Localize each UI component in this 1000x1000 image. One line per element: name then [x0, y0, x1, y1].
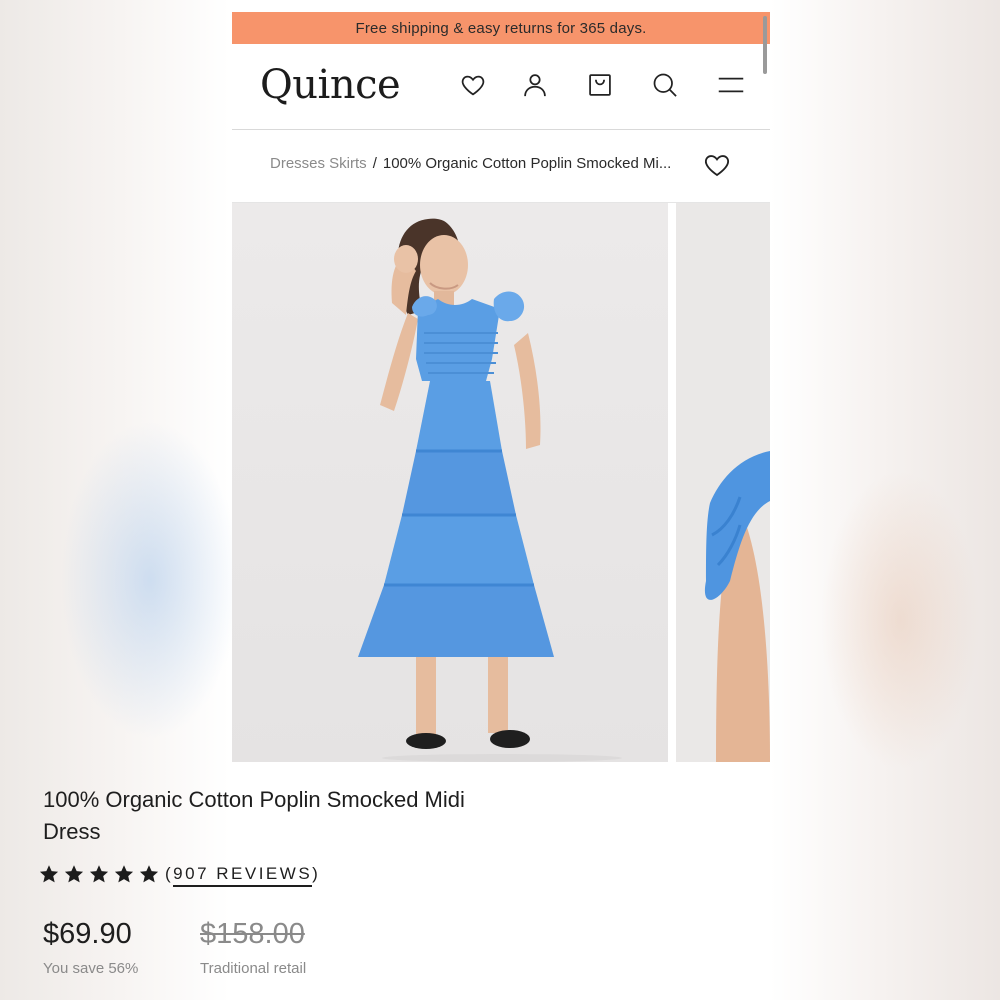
- breadcrumb-trail: Dresses Skirts / 100% Organic Cotton Popli…: [270, 155, 690, 172]
- savings-text: You save 56%: [43, 960, 139, 977]
- shopping-bag-icon[interactable]: [585, 70, 615, 100]
- heart-icon[interactable]: [458, 70, 488, 100]
- site-header: Quince: [232, 44, 770, 130]
- breadcrumb-parent-link[interactable]: Dresses Skirts: [270, 155, 367, 172]
- star-icon: [114, 865, 134, 883]
- user-icon[interactable]: [520, 70, 550, 100]
- retail-price: $158.00: [200, 918, 305, 950]
- reviews-close-paren: ): [312, 864, 321, 883]
- favorite-heart-icon[interactable]: [702, 150, 732, 180]
- breadcrumb-current: 100% Organic Cotton Poplin Smocked Mi...: [382, 155, 672, 172]
- star-icon: [139, 865, 159, 883]
- sale-price: $69.90: [43, 918, 132, 950]
- mobile-page: Free shipping & easy returns for 365 day…: [232, 12, 770, 1000]
- rating-row: (907 REVIEWS): [38, 863, 321, 887]
- logo[interactable]: Quince: [260, 62, 401, 108]
- reviews-link-wrapper[interactable]: (907 REVIEWS): [165, 864, 321, 887]
- star-icon: [64, 865, 84, 883]
- promo-banner: Free shipping & easy returns for 365 day…: [232, 12, 770, 44]
- product-title: 100% Organic Cotton Poplin Smocked Midi …: [43, 787, 465, 844]
- reviews-link[interactable]: 907 REVIEWS: [173, 864, 313, 887]
- breadcrumb: Dresses Skirts / 100% Organic Cotton Popli…: [232, 130, 770, 203]
- star-icon: [39, 865, 59, 883]
- star-icon: [89, 865, 109, 883]
- background-blur-left: [60, 420, 240, 740]
- product-photo-shoulder-detail[interactable]: [676, 203, 770, 762]
- search-icon[interactable]: [650, 70, 680, 100]
- background-blur-right: [820, 470, 980, 770]
- product-gallery[interactable]: [232, 203, 770, 762]
- product-photo-model-front[interactable]: [232, 203, 668, 762]
- breadcrumb-separator: /: [372, 155, 377, 172]
- menu-icon[interactable]: [716, 70, 746, 100]
- retail-label: Traditional retail: [200, 960, 307, 977]
- promo-text: Free shipping & easy returns for 365 day…: [355, 19, 647, 37]
- reviews-open-paren: (: [165, 864, 174, 883]
